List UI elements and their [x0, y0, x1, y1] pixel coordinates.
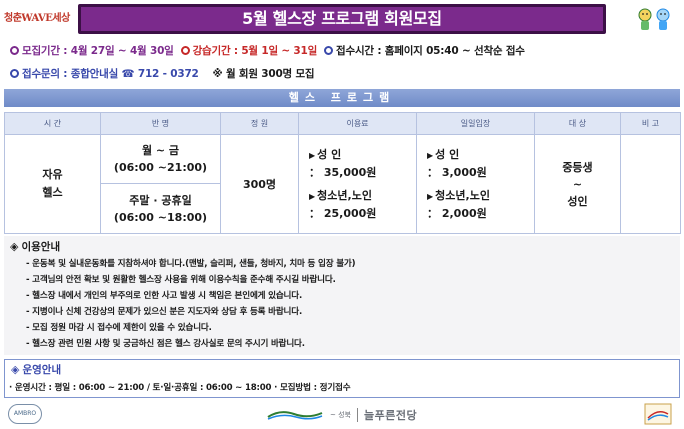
- program-table: 시 간 반 명 정 원 이용료 일일입장 대 상 비 고 자유 헬스 월 ~ 금…: [4, 112, 681, 234]
- section-title-bar: 헬스 프로그램: [4, 89, 680, 107]
- weekday-label: 월 ~ 금: [141, 144, 180, 157]
- daily-youth: ▶ 청소년,노인 ： 2,000원: [427, 187, 534, 222]
- page: 청춘WAVE세상 5월 헬스장 프로그램 회원모집 모집기간 : 4월 27일 …: [0, 0, 684, 429]
- info-line-1: 모집기간 : 4월 27일 ~ 4월 30일 강습기간 : 5월 1일 ~ 31…: [10, 43, 525, 58]
- circle-bullet-icon: [180, 46, 190, 55]
- col-header-time: 시 간: [4, 112, 101, 135]
- class-label: 강습기간 :: [192, 45, 242, 57]
- list-item: - 지병이나 신체 건강상의 문제가 있으신 분은 지도자와 상담 후 등록 바…: [26, 307, 303, 317]
- target-cell: 중등생 ~ 성인: [534, 134, 621, 234]
- footer-brand: ~ 성북 늘푸른전당: [266, 403, 417, 427]
- operation-title: ◈ 운영안내: [11, 362, 61, 377]
- triangle-bullet-icon: ▶: [309, 151, 316, 160]
- triangle-bullet-icon: ▶: [427, 192, 434, 201]
- fee-adult: ▶ 성 인 ： 35,000원: [309, 146, 416, 181]
- operation-title-text: 운영안내: [22, 364, 62, 376]
- notice-title-text: 이용안내: [21, 241, 61, 253]
- triangle-bullet-icon: ▶: [427, 151, 434, 160]
- list-item: - 운동복 및 실내운동화를 지참하셔야 합니다.(맨발, 슬리퍼, 샌들, 청…: [26, 259, 356, 269]
- fee-adult-value: ： 35,000원: [309, 166, 377, 179]
- usage-notice: ◈ 이용안내 - 운동복 및 실내운동화를 지참하셔야 합니다.(맨발, 슬리퍼,…: [4, 236, 680, 355]
- daily-youth-value: ： 2,000원: [427, 207, 487, 220]
- diamond-bullet-icon: ◈: [11, 363, 20, 376]
- target-line-3: 성인: [567, 194, 588, 208]
- fee-adult-label: 성 인: [317, 148, 342, 161]
- circle-bullet-icon: [324, 46, 334, 55]
- operation-box: ◈ 운영안내 · 운영시간 : 평일 : 06:00 ~ 21:00 / 토·일·…: [4, 359, 680, 398]
- col-header-class: 반 명: [100, 112, 221, 135]
- target-line-2: ~: [572, 177, 583, 191]
- col-header-daily: 일일입장: [416, 112, 535, 135]
- weekday-schedule: 월 ~ 금 (06:00 ~21:00): [101, 135, 220, 184]
- list-item: - 모집 정원 마감 시 접수에 제한이 있을 수 있습니다.: [26, 323, 212, 333]
- footer: AMBRO ~ 성북 늘푸른전당: [4, 403, 680, 427]
- operation-hours: · 운영시간 : 평일 : 06:00 ~ 21:00 / 토·일·공휴일 : …: [9, 383, 351, 393]
- circle-bullet-icon: [10, 69, 19, 78]
- daily-adult: ▶ 성 인 ： 3,000원: [427, 146, 534, 181]
- weekday-hours: (06:00 ~21:00): [113, 161, 208, 174]
- daily-adult-label: 성 인: [435, 148, 460, 161]
- footer-divider: [356, 408, 358, 422]
- notice-title: ◈ 이용안내: [10, 239, 60, 254]
- fee-cell: ▶ 성 인 ： 35,000원 ▶ 청소년,노인 ： 25,000원: [298, 134, 417, 234]
- emblem-logo: AMBRO: [8, 404, 42, 424]
- page-title: 5월 헬스장 프로그램 회원모집: [78, 4, 606, 34]
- col-header-capacity: 정 원: [220, 112, 299, 135]
- list-item: - 헬스장 내에서 개인의 부주의로 인한 사고 발생 시 책임은 본인에게 있…: [26, 291, 303, 301]
- notice-list: - 운동복 및 실내운동화를 지참하셔야 합니다.(맨발, 슬리퍼, 샌들, 청…: [26, 256, 356, 352]
- daily-youth-label: 청소년,노인: [435, 189, 490, 202]
- class-cell: 월 ~ 금 (06:00 ~21:00) 주말 · 공휴일 (06:00 ~18…: [100, 134, 221, 234]
- fee-youth: ▶ 청소년,노인 ： 25,000원: [309, 187, 416, 222]
- circle-bullet-icon: [10, 46, 19, 55]
- daily-cell: ▶ 성 인 ： 3,000원 ▶ 청소년,노인 ： 2,000원: [416, 134, 535, 234]
- swoosh-logo-icon: [267, 411, 323, 420]
- time-label-2: 헬스: [42, 186, 63, 199]
- class-period: 5월 1일 ~ 31일: [241, 45, 318, 57]
- org-small: ~ 성북: [330, 411, 351, 419]
- org-name: 늘푸른전당: [363, 409, 418, 422]
- list-item: - 헬스장 관련 민원 사항 및 궁금하신 점은 헬스 강사실로 문의 주시기 …: [26, 339, 305, 349]
- col-header-target: 대 상: [534, 112, 621, 135]
- logo: 청춘WAVE세상: [4, 13, 70, 24]
- target-line-1: 중등생: [562, 160, 593, 174]
- mascot-icon: [638, 8, 670, 30]
- remarks-cell: [620, 134, 681, 234]
- weekend-schedule: 주말 · 공휴일 (06:00 ~18:00): [101, 184, 220, 233]
- weekend-label: 주말 · 공휴일: [129, 193, 192, 207]
- emblem-right-icon: [644, 403, 672, 425]
- col-header-fee: 이용료: [298, 112, 417, 135]
- time-label-1: 자유: [42, 168, 63, 181]
- member-note: ※ 월 회원 300명 모집: [212, 68, 315, 80]
- info-line-2: 접수문의 : 종합안내실 ☎ 712 - 0372 ※ 월 회원 300명 모집: [10, 66, 315, 81]
- apply-time: 접수시간 : 홈페이지 05:40 ~ 선착순 접수: [336, 45, 525, 57]
- col-header-remarks: 비 고: [620, 112, 681, 135]
- recruit-period: 4월 27일 ~ 4월 30일: [70, 45, 174, 57]
- fee-youth-label: 청소년,노인: [317, 189, 372, 202]
- list-item: - 고객님의 안전 확보 및 원활한 헬스장 사용을 위해 이용수칙을 준수해 …: [26, 275, 336, 285]
- capacity-cell: 300명: [220, 134, 299, 234]
- triangle-bullet-icon: ▶: [309, 192, 316, 201]
- header: 청춘WAVE세상 5월 헬스장 프로그램 회원모집: [4, 4, 680, 34]
- fee-youth-value: ： 25,000원: [309, 207, 377, 220]
- recruit-label: 모집기간 :: [22, 45, 71, 57]
- daily-adult-value: ： 3,000원: [427, 166, 487, 179]
- table-header-row: 시 간 반 명 정 원 이용료 일일입장 대 상 비 고: [4, 112, 681, 135]
- table-row: 자유 헬스 월 ~ 금 (06:00 ~21:00) 주말 · 공휴일 (06:…: [4, 134, 681, 234]
- weekend-hours: (06:00 ~18:00): [113, 210, 208, 224]
- inquiry-text: 접수문의 : 종합안내실 ☎ 712 - 0372: [22, 68, 199, 80]
- diamond-bullet-icon: ◈: [10, 240, 19, 253]
- time-cell: 자유 헬스: [4, 134, 101, 234]
